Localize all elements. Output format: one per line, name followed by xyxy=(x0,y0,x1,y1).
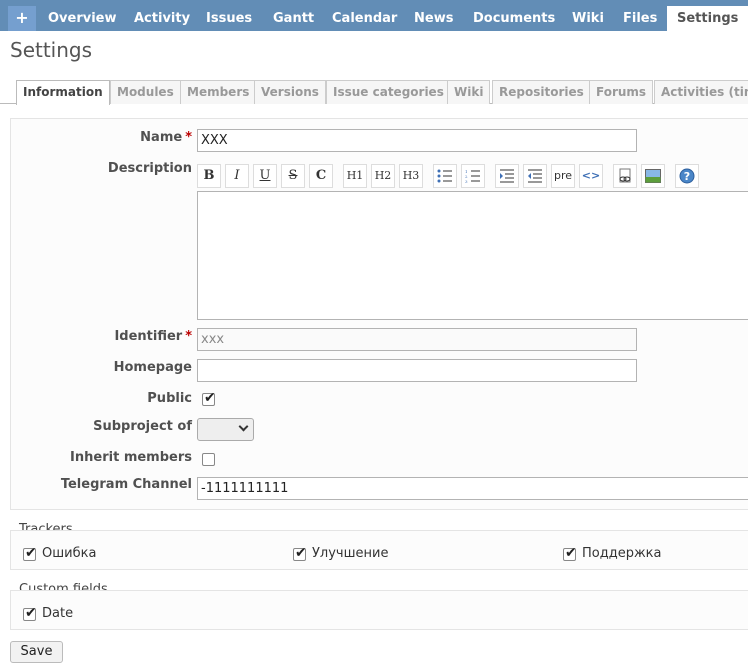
homepage-label: Homepage xyxy=(113,360,192,375)
heading2-button[interactable]: H2 xyxy=(371,164,395,188)
checkmark-icon: ✔ xyxy=(25,605,37,621)
tab-activities[interactable]: Activities (tim xyxy=(654,80,748,104)
public-label: Public xyxy=(147,391,192,406)
checkmark-icon: ✔ xyxy=(204,390,216,406)
unordered-list-icon[interactable] xyxy=(433,164,457,188)
link-icon[interactable] xyxy=(613,164,637,188)
menu-item-news[interactable]: News xyxy=(408,6,459,31)
bold-button[interactable]: B xyxy=(197,164,221,188)
code-highlight-button[interactable]: <> xyxy=(579,164,603,188)
tab-forums[interactable]: Forums xyxy=(589,80,654,104)
heading3-button[interactable]: H3 xyxy=(399,164,423,188)
top-menu: + Overview Activity Issues Gantt Calenda… xyxy=(0,0,748,31)
subproject-label: Subproject of xyxy=(93,419,192,434)
menu-item-calendar[interactable]: Calendar xyxy=(326,6,403,31)
description-label: Description xyxy=(107,161,192,176)
tab-wiki[interactable]: Wiki xyxy=(447,80,491,104)
custom-fields-box xyxy=(10,590,748,630)
tab-modules[interactable]: Modules xyxy=(110,80,181,104)
checkmark-icon: ✔ xyxy=(295,545,307,561)
settings-tabs: Information Modules Members Versions Iss… xyxy=(0,80,748,105)
image-icon[interactable] xyxy=(641,164,665,188)
chevron-down-icon xyxy=(238,421,249,432)
inline-code-button[interactable]: C xyxy=(309,164,333,188)
tab-versions[interactable]: Versions xyxy=(254,80,326,104)
inherit-members-label: Inherit members xyxy=(70,450,192,465)
outdent-icon[interactable] xyxy=(523,164,547,188)
new-object-button[interactable]: + xyxy=(8,6,36,31)
tracker-label: Ошибка xyxy=(42,546,97,561)
preformatted-button[interactable]: pre xyxy=(551,164,575,188)
checkmark-icon: ✔ xyxy=(565,545,577,561)
inherit-members-checkbox[interactable] xyxy=(202,453,215,466)
tab-information[interactable]: Information xyxy=(16,80,110,105)
name-label: Name * xyxy=(140,130,192,145)
ordered-list-icon[interactable]: 123 xyxy=(461,164,485,188)
tracker-label: Поддержка xyxy=(582,546,662,561)
strikethrough-button[interactable]: S xyxy=(281,164,305,188)
svg-text:?: ? xyxy=(684,170,690,183)
menu-item-documents[interactable]: Documents xyxy=(467,6,561,31)
tracker-checkbox[interactable]: ✔ xyxy=(563,545,577,561)
name-input[interactable]: XXX xyxy=(197,129,637,152)
homepage-input[interactable] xyxy=(197,359,637,382)
heading1-button[interactable]: H1 xyxy=(343,164,367,188)
tracker-label: Улучшение xyxy=(312,546,389,561)
custom-field-checkbox[interactable]: ✔ xyxy=(23,605,37,621)
save-button[interactable]: Save xyxy=(10,641,63,663)
page-title: Settings xyxy=(10,38,93,62)
subproject-select[interactable] xyxy=(197,418,254,441)
menu-item-settings[interactable]: Settings xyxy=(667,6,748,31)
menu-item-gantt[interactable]: Gantt xyxy=(267,6,320,31)
description-textarea[interactable] xyxy=(197,191,748,320)
tab-members[interactable]: Members xyxy=(180,80,257,104)
tracker-checkbox[interactable]: ✔ xyxy=(23,545,37,561)
identifier-label: Identifier * xyxy=(114,329,192,344)
custom-field-label: Date xyxy=(42,606,74,621)
telegram-channel-label: Telegram Channel xyxy=(60,477,192,492)
menu-item-activity[interactable]: Activity xyxy=(128,6,196,31)
svg-text:3: 3 xyxy=(465,179,468,183)
tracker-checkbox[interactable]: ✔ xyxy=(293,545,307,561)
indent-icon[interactable] xyxy=(495,164,519,188)
tab-issue-categories[interactable]: Issue categories xyxy=(326,80,451,104)
help-icon[interactable]: ? xyxy=(675,164,699,188)
identifier-input[interactable]: xxx xyxy=(197,328,637,351)
public-checkbox[interactable]: ✔ xyxy=(202,390,216,406)
telegram-channel-input[interactable]: -1111111111 xyxy=(197,477,748,500)
underline-button[interactable]: U xyxy=(253,164,277,188)
menu-item-issues[interactable]: Issues xyxy=(200,6,258,31)
checkmark-icon: ✔ xyxy=(25,545,37,561)
italic-button[interactable]: I xyxy=(225,164,249,188)
tab-repositories[interactable]: Repositories xyxy=(492,80,591,104)
menu-item-overview[interactable]: Overview xyxy=(42,6,123,31)
menu-item-wiki[interactable]: Wiki xyxy=(566,6,610,31)
menu-item-files[interactable]: Files xyxy=(617,6,663,31)
